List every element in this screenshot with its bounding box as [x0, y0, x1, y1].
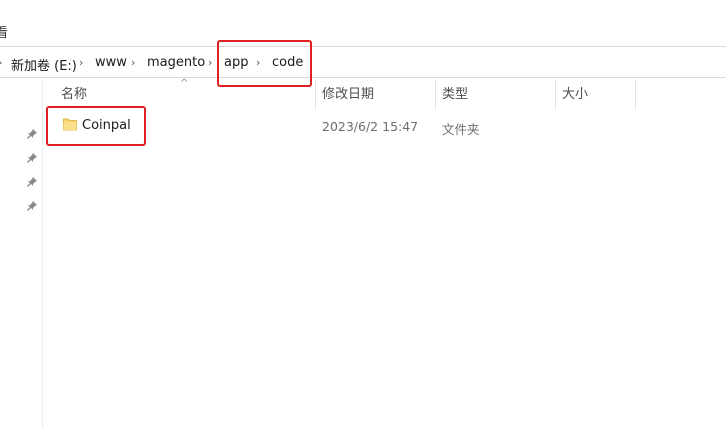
file-type: 文件夹 [442, 122, 480, 137]
pin-icon[interactable] [26, 200, 38, 212]
chevron-right-icon: › [0, 56, 2, 69]
breadcrumb-drive[interactable]: 新加卷 (E:) [11, 55, 77, 74]
address-bar[interactable]: › 新加卷 (E:) › www › magento › app › code [0, 46, 726, 78]
column-header-size[interactable]: 大小 [556, 80, 636, 110]
navigation-pane [0, 80, 43, 429]
ribbon-partial-label: 看 [0, 26, 9, 41]
chevron-right-icon[interactable]: › [208, 56, 212, 69]
chevron-right-icon[interactable]: › [79, 56, 83, 69]
ribbon-area: 看 [0, 0, 726, 46]
column-header-modified[interactable]: 修改日期 [316, 80, 436, 110]
column-header-type[interactable]: 类型 [436, 80, 556, 110]
pin-icon[interactable] [26, 152, 38, 164]
pin-icon[interactable] [26, 128, 38, 140]
folder-highlight-annotation [46, 106, 146, 146]
file-modified: 2023/6/2 15:47 [322, 119, 419, 134]
breadcrumb-www[interactable]: www [95, 55, 127, 70]
file-explorer-window: 看 › 新加卷 (E:) › www › magento › app › cod… [0, 0, 726, 429]
pin-icon[interactable] [26, 176, 38, 188]
chevron-right-icon[interactable]: › [131, 56, 135, 69]
breadcrumb-magento[interactable]: magento [147, 55, 205, 70]
